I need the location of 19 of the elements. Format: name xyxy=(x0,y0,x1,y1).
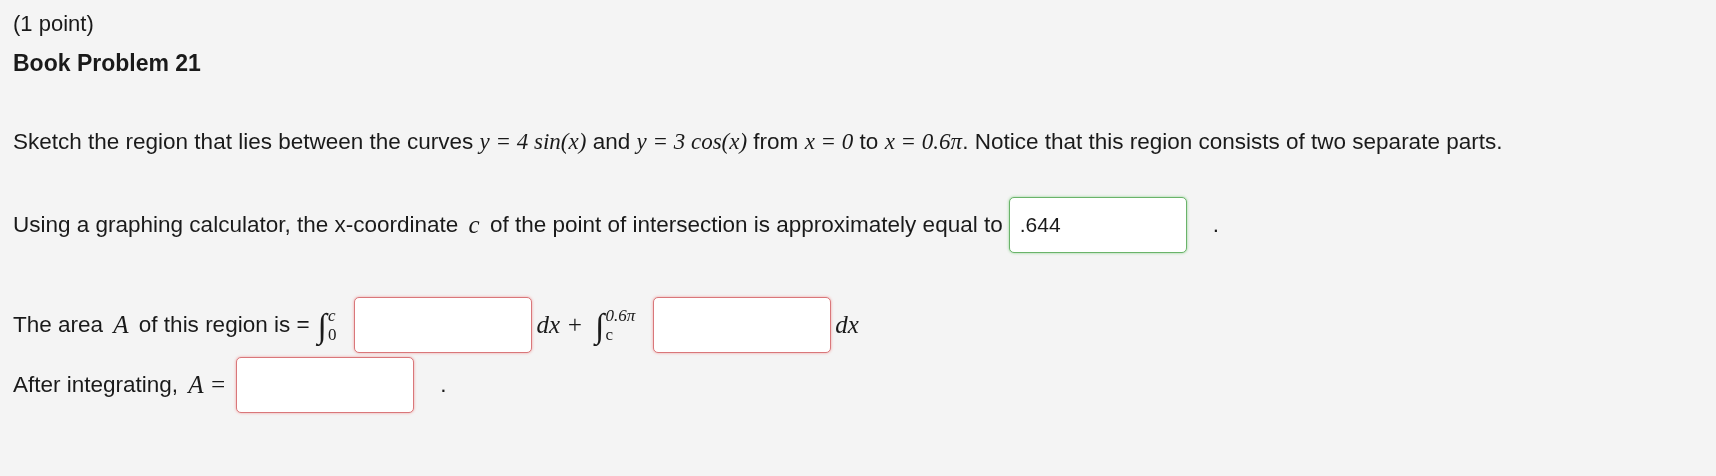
question-text: of this region is = xyxy=(137,311,310,340)
math-expression: dx + xyxy=(536,310,584,341)
question-text: After integrating, xyxy=(13,371,180,400)
problem-title: Book Problem 21 xyxy=(13,49,202,78)
answer-field[interactable]: .644 xyxy=(1008,197,1187,253)
question-text: of the point of intersection is approximately equal to xyxy=(488,211,1003,240)
answer-field[interactable] xyxy=(354,297,533,353)
answer-field[interactable] xyxy=(653,297,832,353)
period-text: . xyxy=(1212,211,1219,240)
answer-field[interactable] xyxy=(236,357,415,413)
math-expression: A = xyxy=(188,370,227,401)
math-expression: A xyxy=(113,310,129,341)
problem-statement: Sketch the region that lies between the curves y = 4 sin(x) and y = 3 cos(x) from x = 0 to x = 0.6π. Notice that this region consists of two separate parts. xyxy=(13,128,1504,156)
points-label: (1 point) xyxy=(13,10,95,38)
question-text: Using a graphing calculator, the x-coordinate xyxy=(13,211,460,240)
math-expression: c xyxy=(468,210,480,241)
question-text: The area xyxy=(13,311,105,340)
period-text: . xyxy=(440,371,447,400)
math-expression: dx xyxy=(835,310,859,341)
